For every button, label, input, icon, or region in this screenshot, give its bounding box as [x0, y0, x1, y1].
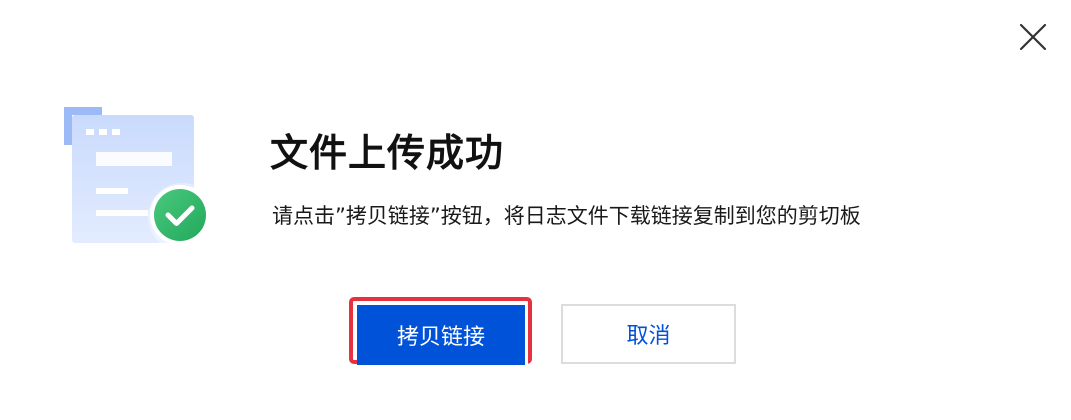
dialog-title: 文件上传成功 — [270, 131, 505, 175]
cancel-button[interactable]: 取消 — [561, 304, 736, 364]
document-success-icon — [62, 105, 224, 265]
close-icon — [1019, 23, 1047, 51]
dialog-message: 请点击”拷贝链接”按钮，将日志文件下载链接复制到您的剪切板 — [272, 204, 861, 228]
close-button[interactable] — [1016, 20, 1050, 54]
upload-success-dialog: 文件上传成功 请点击”拷贝链接”按钮，将日志文件下载链接复制到您的剪切板 拷贝链… — [0, 0, 1071, 420]
copy-link-button[interactable]: 拷贝链接 — [357, 305, 528, 365]
